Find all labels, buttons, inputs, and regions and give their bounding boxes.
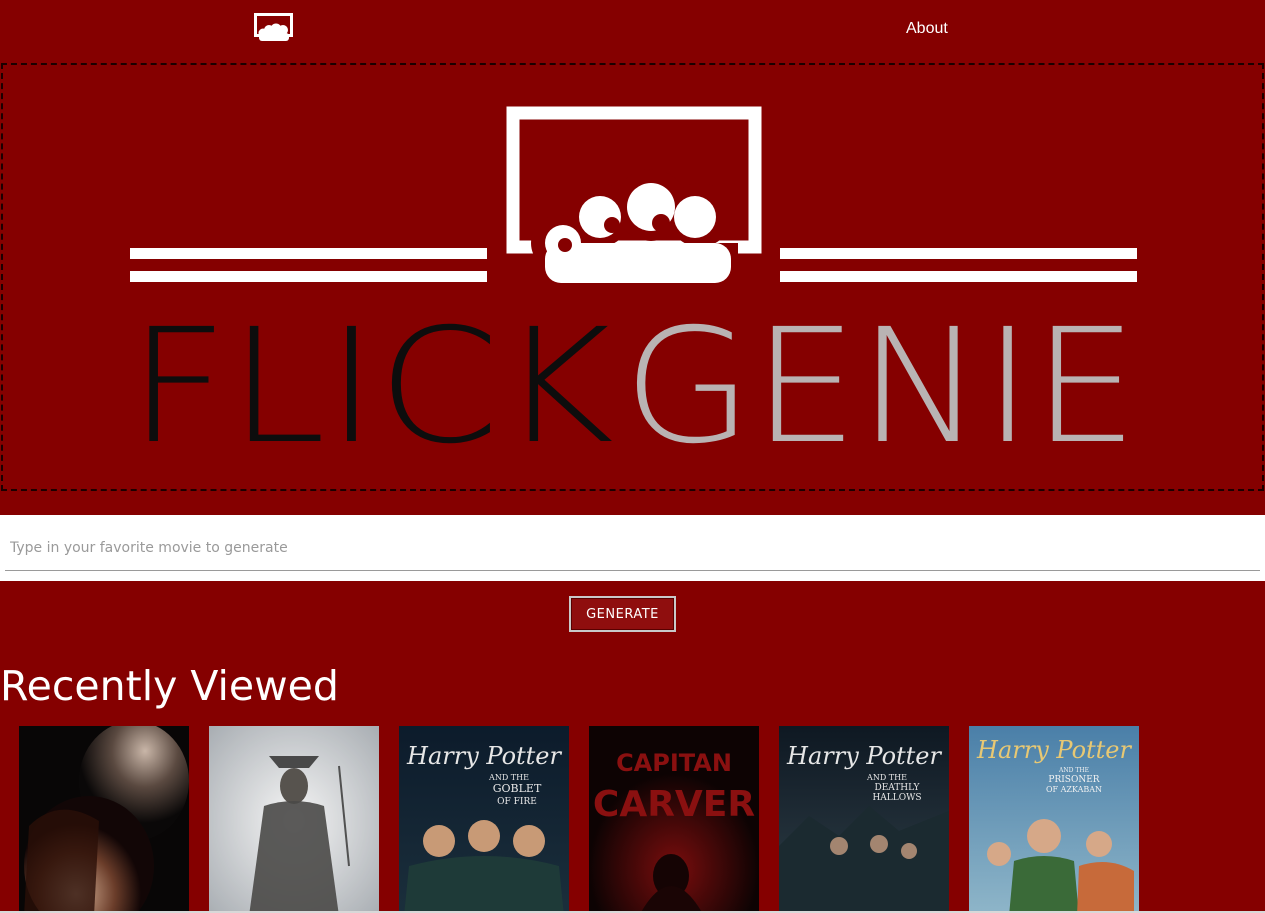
svg-text:CAPITAN: CAPITAN [616,749,732,777]
svg-text:OF FIRE: OF FIRE [497,797,537,807]
right-stripe-bottom [780,271,1137,282]
svg-text:CARVER: CARVER [593,784,755,825]
logo-word-flick: FLICK [128,295,614,479]
recently-viewed-heading: Recently Viewed [0,662,339,710]
svg-text:AND THE: AND THE [1058,767,1089,774]
svg-text:Harry Potter: Harry Potter [406,742,562,770]
poster-1[interactable] [19,726,189,913]
svg-text:Harry Potter: Harry Potter [976,736,1132,764]
left-stripe-bottom [130,271,487,282]
harry-potter-goblet-poster: Harry Potter AND THE GOBLET OF FIRE [399,726,569,913]
svg-text:AND THE: AND THE [866,773,907,782]
svg-text:OF AZKABAN: OF AZKABAN [1046,785,1102,794]
svg-text:GOBLET: GOBLET [493,782,542,795]
movie-search-input[interactable] [5,525,1260,571]
poster-5[interactable]: Harry Potter AND THE DEATHLY HALLOWS [779,726,949,913]
search-band [0,515,1265,581]
about-link[interactable]: About [906,20,948,38]
audience-screen-icon[interactable] [254,13,294,43]
svg-text:DEATHLY: DEATHLY [875,783,921,793]
hero-logo-banner: FLICK GENIE [1,63,1264,491]
right-stripe-top [780,248,1137,259]
svg-text:Harry Potter: Harry Potter [786,742,942,770]
left-stripe-top [130,248,487,259]
poster-2[interactable] [209,726,379,913]
svg-text:AND THE: AND THE [488,773,529,782]
poster-3[interactable]: Harry Potter AND THE GOBLET OF FIRE [399,726,569,913]
twilight-poster [19,726,189,913]
pirates-poster [209,726,379,913]
svg-text:HALLOWS: HALLOWS [872,793,921,803]
poster-4[interactable]: CAPITAN CARVER [589,726,759,913]
svg-text:PRISONER: PRISONER [1048,775,1099,785]
generate-button[interactable]: GENERATE [569,596,676,632]
poster-6[interactable]: Harry Potter AND THE PRISONER OF AZKABAN [969,726,1139,913]
flickgenie-logo: FLICK GENIE [128,106,1138,479]
capitan-carver-poster: CAPITAN CARVER [589,726,759,913]
harry-potter-azkaban-poster: Harry Potter AND THE PRISONER OF AZKABAN [969,726,1139,913]
logo-word-genie: GENIE [623,295,1138,479]
audience-screen-emblem [506,106,762,287]
harry-potter-hallows-poster: Harry Potter AND THE DEATHLY HALLOWS [779,726,949,913]
top-nav: About [0,0,1265,60]
